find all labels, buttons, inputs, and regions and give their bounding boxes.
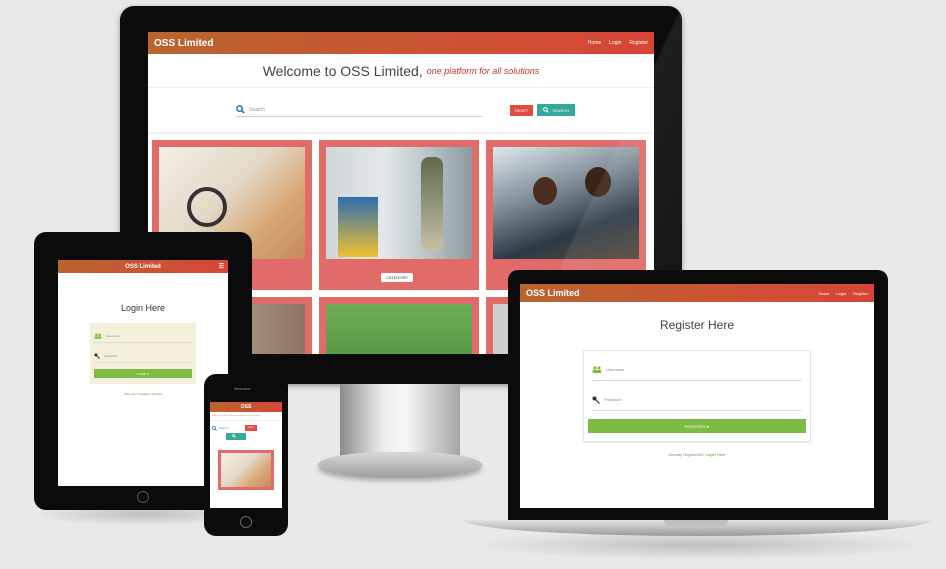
welcome-subtitle: Welcome to OSS Limited, one platform for… — [210, 412, 282, 421]
login-prompt-text: Already Registered? — [668, 452, 705, 457]
username-field[interactable]: Username — [592, 359, 802, 381]
username-field[interactable]: Username — [94, 329, 192, 343]
password-field[interactable]: Password — [94, 349, 192, 363]
finance-image — [221, 453, 271, 487]
key-icon — [94, 352, 100, 359]
search-button[interactable]: SEARCH — [537, 104, 576, 116]
search-icon — [543, 107, 550, 113]
search-bar: Search RESET — [210, 421, 282, 444]
sign-in-icon: ➤ — [704, 423, 710, 429]
cleaning-image — [326, 147, 472, 259]
nav-home-link[interactable]: Home — [819, 291, 830, 296]
login-here-link[interactable]: Login Here — [706, 452, 726, 457]
laptop-screen: OSS Limited Home Login Register Register… — [520, 284, 874, 508]
register-account-link[interactable]: New User? Register Account — [58, 392, 228, 396]
nav-login-link[interactable]: Login — [609, 40, 621, 46]
laptop: OSS Limited Home Login Register Register… — [508, 270, 888, 522]
password-placeholder: Password — [104, 353, 118, 358]
nav-links: Home Login Register — [819, 291, 868, 296]
password-placeholder: Password — [604, 397, 622, 402]
username-placeholder: Username — [606, 367, 625, 372]
category-button[interactable]: CATEGORY — [381, 273, 414, 282]
nav-links: Home Login Register — [588, 40, 648, 46]
register-title: Register Here — [659, 318, 735, 332]
reset-button[interactable]: RESET — [244, 425, 258, 431]
users-icon — [592, 366, 602, 373]
search-button-label: SEARCH — [552, 107, 570, 113]
category-card[interactable] — [218, 450, 274, 490]
nav-home-link[interactable]: Home — [588, 40, 601, 46]
category-card[interactable] — [486, 140, 646, 290]
search-placeholder: Search — [249, 106, 265, 113]
reset-button[interactable]: RESET — [510, 104, 534, 116]
welcome-title: Welcome to OSS Limited, — [262, 62, 423, 79]
nav-register-link[interactable]: Register — [853, 291, 868, 296]
brand-logo[interactable]: OSS — [241, 404, 252, 410]
home-button — [137, 491, 149, 503]
phone: Welcome OSS Welcome to OSS Limited, one … — [204, 374, 288, 536]
phone-speaker-label: Welcome — [234, 386, 251, 391]
password-field[interactable]: Password — [592, 389, 802, 411]
register-form: Username Password REGISTER ➤ — [583, 350, 811, 442]
category-card[interactable]: CATEGORY — [319, 140, 479, 290]
home-button — [240, 516, 252, 528]
brand-logo[interactable]: OSS Limited — [125, 264, 161, 270]
search-icon — [212, 425, 217, 431]
desktop-navbar: OSS Limited Home Login Register — [148, 32, 654, 54]
key-icon — [592, 396, 600, 404]
login-prompt: Already Registered? Login Here — [520, 452, 874, 457]
login-form: Username Password LOGIN ➤ — [90, 323, 196, 384]
search-input[interactable]: Search — [236, 103, 482, 117]
search-icon — [232, 434, 236, 438]
login-title: Login Here — [120, 303, 166, 313]
search-button[interactable] — [226, 433, 246, 440]
gardening-image — [326, 304, 472, 354]
driving-image — [493, 147, 639, 259]
login-button[interactable]: LOGIN ➤ — [94, 369, 192, 378]
tablet-screen: OSS Limited ☰ Login Here Username Passwo… — [58, 260, 228, 486]
laptop-navbar: OSS Limited Home Login Register — [520, 284, 874, 302]
brand-logo[interactable]: OSS Limited — [526, 288, 580, 298]
phone-screen: OSS Welcome to OSS Limited, one platform… — [210, 402, 282, 508]
monitor-stand-foot — [318, 452, 482, 478]
login-button-label: LOGIN — [136, 371, 146, 376]
brand-logo[interactable]: OSS Limited — [154, 38, 213, 49]
search-placeholder: Search — [219, 426, 229, 430]
register-button-label: REGISTER — [684, 423, 705, 429]
welcome-tagline: one platform for all solutions — [426, 65, 540, 76]
username-placeholder: Username — [106, 333, 120, 338]
nav-register-link[interactable]: Register — [629, 40, 648, 46]
search-bar: Search RESET SEARCH — [148, 88, 654, 134]
hamburger-menu-icon[interactable]: ☰ — [219, 263, 224, 270]
search-input[interactable]: Search RESET — [212, 425, 280, 431]
category-card[interactable] — [319, 297, 479, 354]
register-button[interactable]: REGISTER ➤ — [588, 419, 806, 433]
welcome-header: Welcome to OSS Limited, one platform for… — [148, 54, 654, 88]
laptop-notch — [664, 520, 728, 526]
phone-navbar: OSS — [210, 402, 282, 412]
search-icon — [236, 105, 245, 114]
users-icon — [94, 333, 102, 339]
monitor-stand-neck — [340, 384, 460, 456]
sign-in-icon: ➤ — [145, 371, 150, 376]
nav-login-link[interactable]: Login — [836, 291, 846, 296]
tablet-navbar: OSS Limited ☰ — [58, 260, 228, 273]
